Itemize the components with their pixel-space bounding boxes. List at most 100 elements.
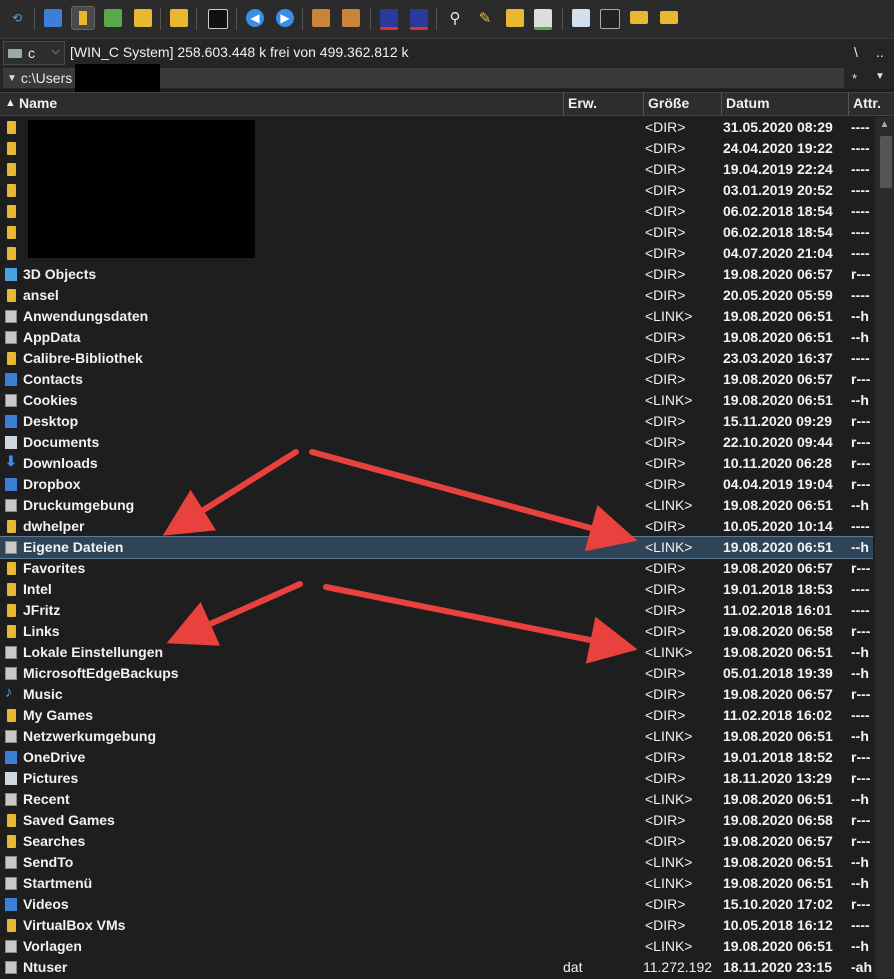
multi-rename-icon[interactable]: ✎ bbox=[476, 9, 494, 27]
file-row[interactable]: ⬇ Downloads <DIR> 10.11.2020 06:28 r--- bbox=[0, 453, 873, 474]
pack-icon[interactable] bbox=[312, 9, 330, 27]
scroll-up-icon[interactable]: ▲ bbox=[875, 119, 894, 133]
file-row[interactable]: Vorlagen <LINK> 19.08.2020 06:51 --h bbox=[0, 936, 873, 957]
history-dropdown-icon[interactable]: ▼ bbox=[875, 71, 885, 82]
file-size: <DIR> bbox=[645, 266, 686, 282]
sync-icon[interactable] bbox=[506, 9, 524, 27]
column-date[interactable]: Datum bbox=[726, 95, 770, 111]
redaction-box bbox=[28, 120, 255, 258]
file-name: Pictures bbox=[23, 770, 79, 786]
file-row[interactable]: Links <DIR> 19.08.2020 06:58 r--- bbox=[0, 621, 873, 642]
file-name: Saved Games bbox=[23, 812, 115, 828]
filter-icon[interactable]: * bbox=[852, 71, 857, 86]
file-row[interactable]: Intel <DIR> 19.01.2018 18:53 ---- bbox=[0, 579, 873, 600]
download-arrow-icon: ⬇ bbox=[5, 453, 17, 469]
file-attr: r--- bbox=[851, 266, 871, 282]
ftp-connect-icon[interactable] bbox=[380, 9, 398, 30]
file-date: 10.05.2018 16:12 bbox=[723, 917, 833, 933]
column-divider[interactable] bbox=[563, 93, 564, 115]
folder-icon bbox=[7, 520, 16, 533]
file-row[interactable]: Favorites <DIR> 19.08.2020 06:57 r--- bbox=[0, 558, 873, 579]
unpack-icon[interactable] bbox=[342, 9, 360, 27]
file-row[interactable]: Desktop <DIR> 15.11.2020 09:29 r--- bbox=[0, 411, 873, 432]
file-row[interactable]: Calibre-Bibliothek <DIR> 23.03.2020 16:37 -… bbox=[0, 348, 873, 369]
root-button[interactable]: \ bbox=[854, 44, 858, 60]
compare-icon[interactable] bbox=[170, 9, 188, 27]
link-icon bbox=[5, 541, 17, 554]
file-row[interactable]: ansel <DIR> 20.05.2020 05:59 ---- bbox=[0, 285, 873, 306]
file-row[interactable]: Anwendungsdaten <LINK> 19.08.2020 06:51 --h bbox=[0, 306, 873, 327]
file-row[interactable]: dwhelper <DIR> 10.05.2020 10:14 ---- bbox=[0, 516, 873, 537]
file-size: <LINK> bbox=[645, 728, 693, 744]
file-row[interactable]: SendTo <LINK> 19.08.2020 06:51 --h bbox=[0, 852, 873, 873]
brief-view-icon[interactable] bbox=[44, 9, 62, 27]
thumbnail-view-icon[interactable] bbox=[104, 9, 122, 27]
forward-icon[interactable]: ▶ bbox=[276, 9, 294, 27]
chevron-down-icon[interactable]: ▼ bbox=[7, 73, 17, 84]
file-size: <DIR> bbox=[645, 686, 686, 702]
file-attr: --h bbox=[851, 392, 869, 408]
file-row[interactable]: MicrosoftEdgeBackups <DIR> 05.01.2018 19:3… bbox=[0, 663, 873, 684]
scrollbar-thumb[interactable] bbox=[880, 136, 892, 188]
column-divider[interactable] bbox=[721, 93, 722, 115]
file-row[interactable]: My Games <DIR> 11.02.2018 16:02 ---- bbox=[0, 705, 873, 726]
file-size: <DIR> bbox=[645, 329, 686, 345]
column-name[interactable]: Name bbox=[19, 95, 57, 111]
file-date: 19.08.2020 06:51 bbox=[723, 329, 833, 345]
vertical-scrollbar[interactable] bbox=[875, 117, 894, 979]
file-row[interactable]: Ntuser dat 11.272.192 18.11.2020 23:15 -ah bbox=[0, 957, 873, 978]
search-icon[interactable]: ⚲ bbox=[446, 9, 464, 27]
terminal-icon[interactable] bbox=[600, 9, 620, 29]
column-divider[interactable] bbox=[643, 93, 644, 115]
back-icon[interactable]: ◀ bbox=[246, 9, 264, 27]
file-name: Netzwerkumgebung bbox=[23, 728, 157, 744]
parent-dir-button[interactable]: .. bbox=[876, 44, 884, 60]
file-row[interactable]: Cookies <LINK> 19.08.2020 06:51 --h bbox=[0, 390, 873, 411]
file-row[interactable]: Lokale Einstellungen <LINK> 19.08.2020 06:… bbox=[0, 642, 873, 663]
file-row[interactable]: Recent <LINK> 19.08.2020 06:51 --h bbox=[0, 789, 873, 810]
list-file-icon[interactable] bbox=[572, 9, 590, 27]
link-icon bbox=[5, 856, 17, 869]
file-attr: r--- bbox=[851, 686, 871, 702]
drive-selector[interactable]: c ⌵ bbox=[3, 41, 65, 65]
file-row[interactable]: Dropbox <DIR> 04.04.2019 19:04 r--- bbox=[0, 474, 873, 495]
folder-icon[interactable] bbox=[630, 11, 648, 24]
full-view-icon[interactable] bbox=[71, 6, 95, 30]
file-row[interactable]: ♪ Music <DIR> 19.08.2020 06:57 r--- bbox=[0, 684, 873, 705]
file-row[interactable]: Druckumgebung <LINK> 19.08.2020 06:51 --h bbox=[0, 495, 873, 516]
column-attr[interactable]: Attr. bbox=[853, 95, 881, 111]
column-divider[interactable] bbox=[848, 93, 849, 115]
file-row[interactable]: Pictures <DIR> 18.11.2020 13:29 r--- bbox=[0, 768, 873, 789]
file-attr: ---- bbox=[851, 518, 870, 534]
file-row[interactable]: Startmenü <LINK> 19.08.2020 06:51 --h bbox=[0, 873, 873, 894]
file-size: <DIR> bbox=[645, 518, 686, 534]
file-ext: dat bbox=[563, 959, 583, 975]
file-row[interactable]: VirtualBox VMs <DIR> 10.05.2018 16:12 ---- bbox=[0, 915, 873, 936]
file-row[interactable]: OneDrive <DIR> 19.01.2018 18:52 r--- bbox=[0, 747, 873, 768]
file-row[interactable]: JFritz <DIR> 11.02.2018 16:01 ---- bbox=[0, 600, 873, 621]
file-row[interactable]: Documents <DIR> 22.10.2020 09:44 r--- bbox=[0, 432, 873, 453]
folder-icon bbox=[7, 226, 16, 239]
file-row[interactable]: Contacts <DIR> 19.08.2020 06:57 r--- bbox=[0, 369, 873, 390]
folder-2-icon[interactable] bbox=[660, 11, 678, 24]
refresh-icon[interactable]: ⟲ bbox=[8, 9, 26, 27]
tree-view-icon[interactable] bbox=[134, 9, 152, 27]
file-date: 15.11.2020 09:29 bbox=[723, 413, 832, 429]
column-ext[interactable]: Erw. bbox=[568, 95, 597, 111]
file-size: <DIR> bbox=[645, 182, 686, 198]
file-date: 24.04.2020 19:22 bbox=[723, 140, 833, 156]
file-row[interactable]: Videos <DIR> 15.10.2020 17:02 r--- bbox=[0, 894, 873, 915]
file-row[interactable]: 3D Objects <DIR> 19.08.2020 06:57 r--- bbox=[0, 264, 873, 285]
notepad-icon[interactable] bbox=[534, 9, 552, 30]
file-attr: -ah bbox=[851, 959, 872, 975]
ftp-new-icon[interactable] bbox=[410, 9, 428, 30]
link-icon bbox=[5, 331, 17, 344]
file-size: <DIR> bbox=[645, 413, 686, 429]
invert-selection-icon[interactable] bbox=[208, 9, 228, 29]
file-row[interactable]: Eigene Dateien <LINK> 19.08.2020 06:51 --h bbox=[0, 536, 873, 559]
file-row[interactable]: Netzwerkumgebung <LINK> 19.08.2020 06:51 --… bbox=[0, 726, 873, 747]
file-row[interactable]: AppData <DIR> 19.08.2020 06:51 --h bbox=[0, 327, 873, 348]
file-row[interactable]: Saved Games <DIR> 19.08.2020 06:58 r--- bbox=[0, 810, 873, 831]
column-size[interactable]: Größe bbox=[648, 95, 689, 111]
file-row[interactable]: Searches <DIR> 19.08.2020 06:57 r--- bbox=[0, 831, 873, 852]
